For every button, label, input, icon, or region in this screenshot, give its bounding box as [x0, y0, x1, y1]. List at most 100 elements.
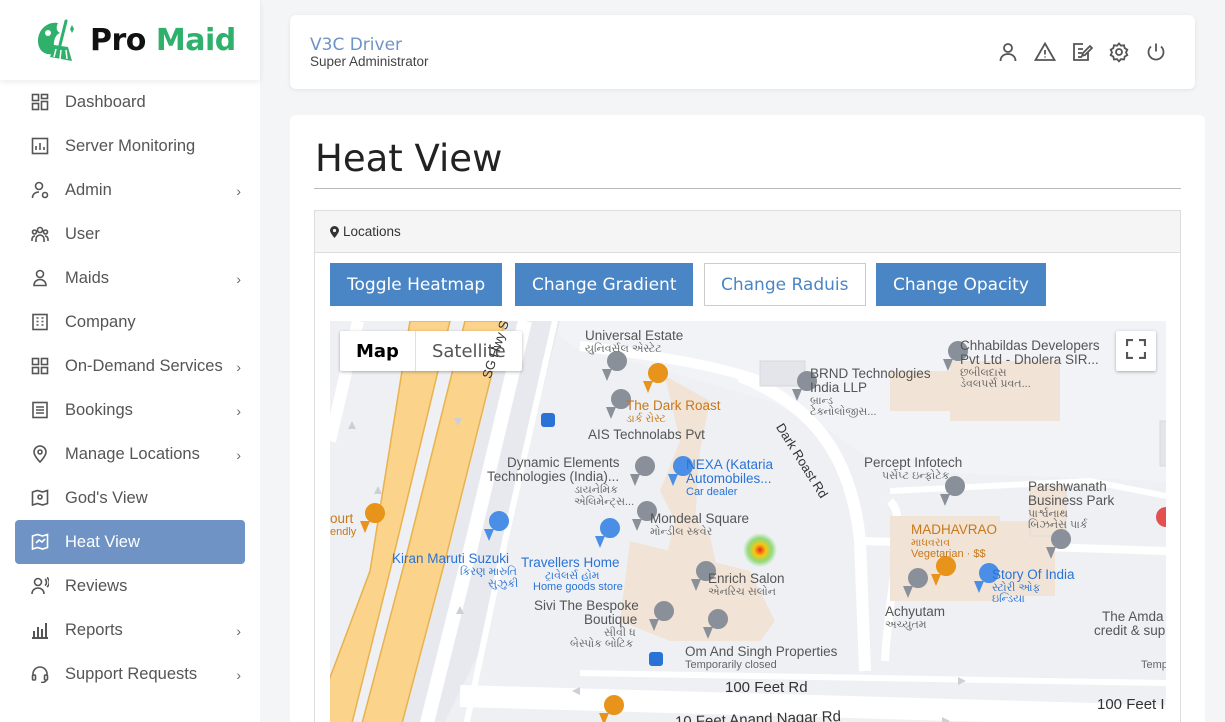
sidebar-item-server-monitoring[interactable]: Server Monitoring	[15, 124, 245, 168]
change-opacity-button[interactable]: Change Opacity	[876, 263, 1046, 306]
map-label: Achyutam	[885, 604, 946, 619]
chevron-right-icon: ›	[236, 403, 241, 419]
fullscreen-button[interactable]	[1116, 331, 1156, 371]
map-label: યુનિવર્સલ એસ્ટેટ	[585, 343, 662, 355]
power-icon[interactable]	[1145, 41, 1167, 63]
sidebar-item-heat-view[interactable]: Heat View	[15, 520, 245, 564]
user-role: Super Administrator	[310, 54, 429, 69]
user-gear-icon	[31, 181, 49, 199]
chevron-right-icon: ›	[236, 183, 241, 199]
map-label: Mondeal Square	[650, 511, 750, 526]
map-label: AIS Technolabs Pvt	[588, 427, 705, 442]
alert-icon[interactable]	[1034, 41, 1056, 63]
sidebar: Pro Maid Dashboard Server Monitoring Adm…	[0, 0, 260, 722]
sidebar-item-label: Heat View	[65, 532, 140, 551]
map-label: બિઝનેસ પાર્ક	[1028, 519, 1088, 531]
sidebar-item-admin[interactable]: Admin ›	[15, 168, 245, 212]
toggle-heatmap-button[interactable]: Toggle Heatmap	[330, 263, 503, 306]
sidebar-item-label: Manage Locations	[65, 444, 200, 463]
map-label: ડાયનેમિક	[574, 484, 618, 496]
map-label: Travellers Home	[521, 555, 620, 570]
change-radius-button[interactable]: Change Raduis	[704, 263, 866, 306]
map-type-map-button[interactable]: Map	[340, 331, 415, 371]
edit-icon[interactable]	[1071, 41, 1093, 63]
map-label: The Dark Roast	[626, 398, 721, 413]
chevron-right-icon: ›	[236, 271, 241, 287]
chevron-right-icon: ›	[236, 667, 241, 683]
sidebar-item-dashboard[interactable]: Dashboard	[15, 80, 245, 124]
map-label: Boutique	[584, 612, 638, 627]
map-label: Temp	[1141, 659, 1166, 671]
map-label: અચ્યુતમ	[885, 619, 927, 631]
sidebar-item-reports[interactable]: Reports ›	[15, 608, 245, 652]
headset-icon	[31, 665, 49, 683]
user-name: V3C Driver	[310, 35, 403, 55]
map-label: બેસ્પોક બોટિક	[570, 638, 634, 650]
map-label: Dynamic Elements	[507, 455, 620, 470]
users-icon	[31, 225, 49, 243]
sidebar-item-user[interactable]: User	[15, 212, 245, 256]
map-label: Pvt Ltd - Dholera SIR...	[960, 352, 1099, 367]
header-actions	[997, 41, 1167, 63]
map-label: MADHAVRAO	[911, 522, 998, 537]
map-label: એલિમેન્ટ્સ...	[574, 496, 635, 508]
heat-map-icon	[31, 533, 49, 551]
maid-broom-logo-icon	[30, 15, 80, 65]
map-label: India LLP	[810, 380, 868, 395]
sidebar-item-label: On-Demand Services	[65, 356, 223, 375]
sidebar-item-label: Admin	[65, 180, 112, 199]
heat-spot	[743, 533, 777, 567]
sidebar-item-reviews[interactable]: Reviews	[15, 564, 245, 608]
title-divider	[314, 188, 1181, 189]
map-label: Home goods store	[533, 581, 623, 593]
sidebar-item-manage-locations[interactable]: Manage Locations ›	[15, 432, 245, 476]
map-label: credit & sup	[1094, 623, 1166, 638]
map-label: Enrich Salon	[708, 571, 785, 586]
map-marker-icon	[330, 225, 339, 238]
brand-name: Pro Maid	[90, 22, 236, 58]
review-icon	[31, 577, 49, 595]
map-label: Business Park	[1028, 493, 1115, 508]
sidebar-item-maids[interactable]: Maids ›	[15, 256, 245, 300]
sidebar-item-label: Dashboard	[65, 92, 146, 111]
road-label: 100 Feet I	[1097, 696, 1165, 713]
map-label: Temporarily closed	[685, 659, 777, 671]
heat-map[interactable]: Map Satellite Universal Estate યુનિવર્સલ…	[330, 321, 1166, 722]
map-label: Percept Infotech	[864, 455, 963, 470]
map-label: મોન્ડીલ સ્કવેર	[650, 526, 713, 538]
map-user-icon	[31, 489, 49, 507]
settings-icon[interactable]	[1108, 41, 1130, 63]
sidebar-item-support-requests[interactable]: Support Requests ›	[15, 652, 245, 696]
sidebar-item-gods-view[interactable]: God's View	[15, 476, 245, 520]
sidebar-item-company[interactable]: Company	[15, 300, 245, 344]
map-label: Sivi The Bespoke	[534, 598, 639, 613]
chevron-right-icon: ›	[236, 623, 241, 639]
fullscreen-icon	[1125, 338, 1147, 364]
map-label: એનરિચ સલોન	[708, 586, 776, 598]
road-label: 100 Feet Rd	[725, 679, 808, 696]
brand-logo[interactable]: Pro Maid	[0, 0, 260, 80]
person-icon	[31, 269, 49, 287]
map-label: Car dealer	[686, 486, 738, 498]
profile-icon[interactable]	[997, 41, 1019, 63]
sidebar-item-label: Maids	[65, 268, 110, 287]
panel-title: Locations	[343, 224, 401, 239]
map-label: Technologies (India)...	[487, 469, 620, 484]
sidebar-item-label: User	[65, 224, 100, 243]
top-header: V3C Driver Super Administrator	[290, 15, 1195, 89]
building-icon	[31, 313, 49, 331]
chevron-right-icon: ›	[236, 447, 241, 463]
map-label: Vegetarian · $$	[911, 548, 986, 560]
list-icon	[31, 401, 49, 419]
grid-icon	[31, 357, 49, 375]
sidebar-item-on-demand-services[interactable]: On-Demand Services ›	[15, 344, 245, 388]
chart-icon	[31, 137, 49, 155]
map-label: ઇન્ડિયા	[992, 593, 1025, 605]
sidebar-nav: Dashboard Server Monitoring Admin › User…	[15, 80, 245, 696]
map-label: Chhabildas Developers	[960, 338, 1100, 353]
sidebar-item-bookings[interactable]: Bookings ›	[15, 388, 245, 432]
change-gradient-button[interactable]: Change Gradient	[515, 263, 694, 306]
map-label: endly	[330, 526, 357, 538]
map-label: ટેક્નોલોજીસ...	[810, 406, 877, 418]
sidebar-item-label: Reviews	[65, 576, 128, 595]
